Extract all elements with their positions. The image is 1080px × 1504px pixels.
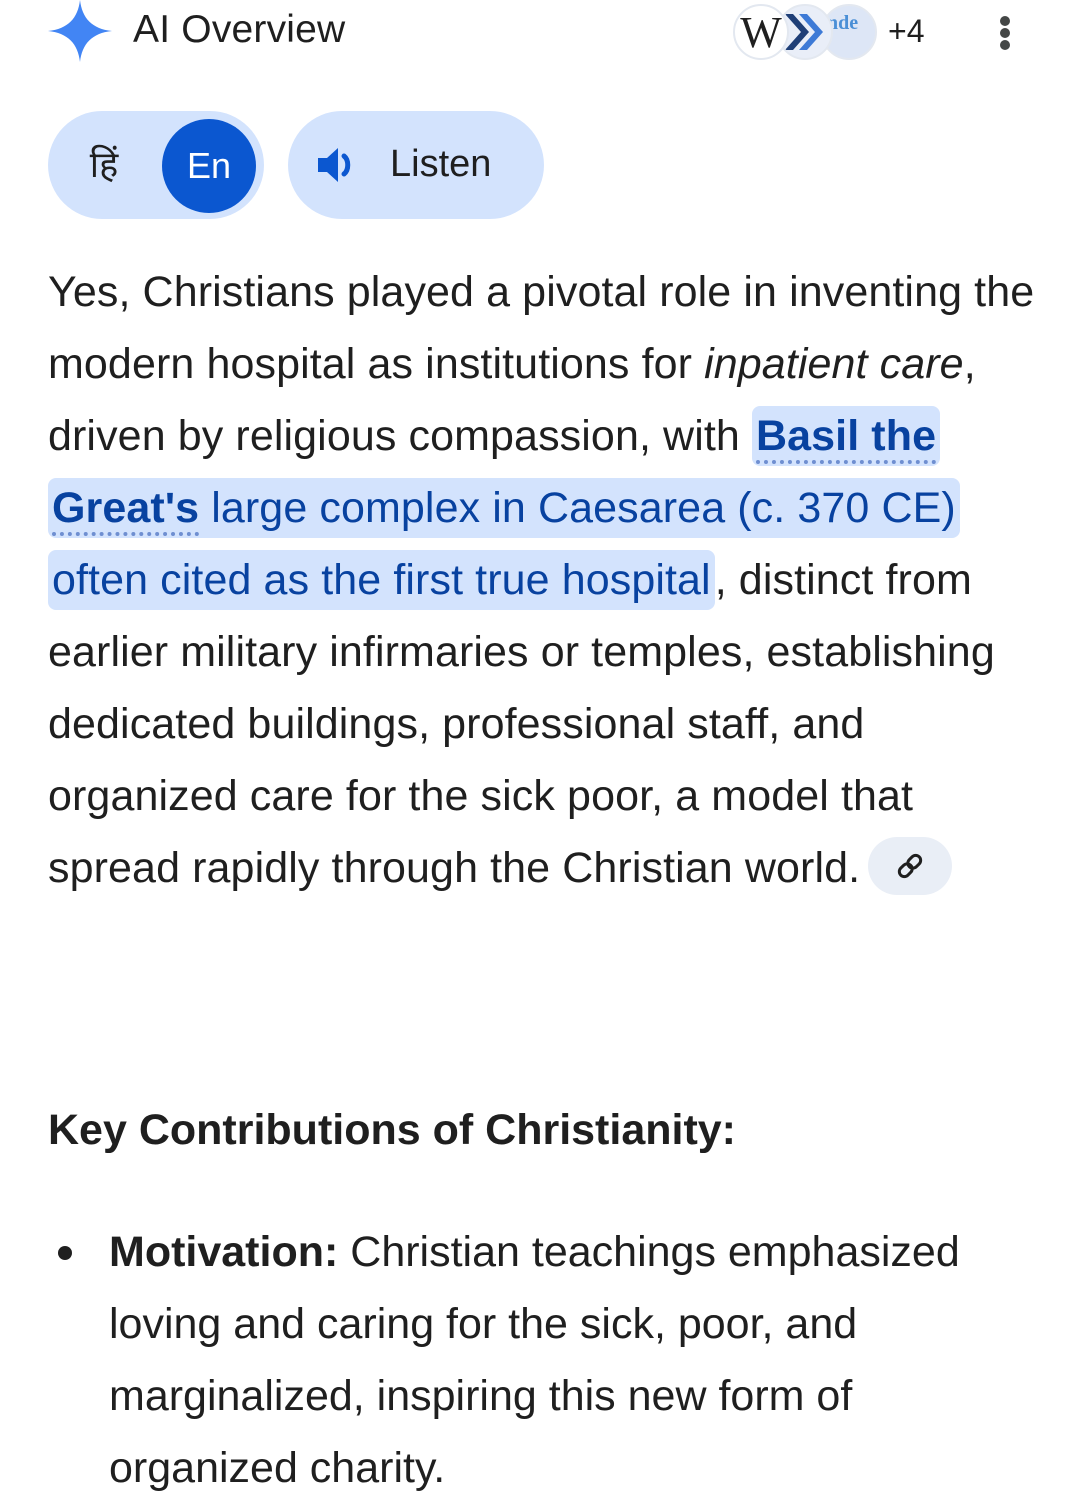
gemini-spark-icon [48,0,112,62]
contributions-list: Motivation: Christian teachings emphasiz… [48,1216,1048,1504]
section-heading: Key Contributions of Christianity: [48,1106,736,1154]
list-item-term: Motivation: [109,1228,339,1276]
volume-icon [318,148,351,182]
ai-overview-header: AI Overview W nde +4 [0,0,1080,64]
source-avatars[interactable]: W nde [733,2,893,62]
overview-paragraph: Yes, Christians played a pivotal role in… [48,256,1038,904]
listen-button[interactable]: Listen [288,111,544,219]
more-vert-icon[interactable] [988,8,1022,58]
more-sources-count[interactable]: +4 [888,12,924,50]
lang-english-button[interactable]: En [162,119,256,213]
ai-overview-title: AI Overview [133,8,346,51]
wikipedia-icon[interactable]: W [733,4,789,60]
paragraph-italic: inpatient care [704,340,964,388]
list-item: Motivation: Christian teachings emphasiz… [48,1216,1048,1504]
lang-hindi-button[interactable]: हिं [74,136,134,196]
link-icon [898,853,923,878]
listen-label: Listen [390,143,492,185]
language-toggle: हिं En [48,111,264,219]
source-link-button[interactable] [868,836,953,895]
bullet-icon [58,1246,72,1260]
